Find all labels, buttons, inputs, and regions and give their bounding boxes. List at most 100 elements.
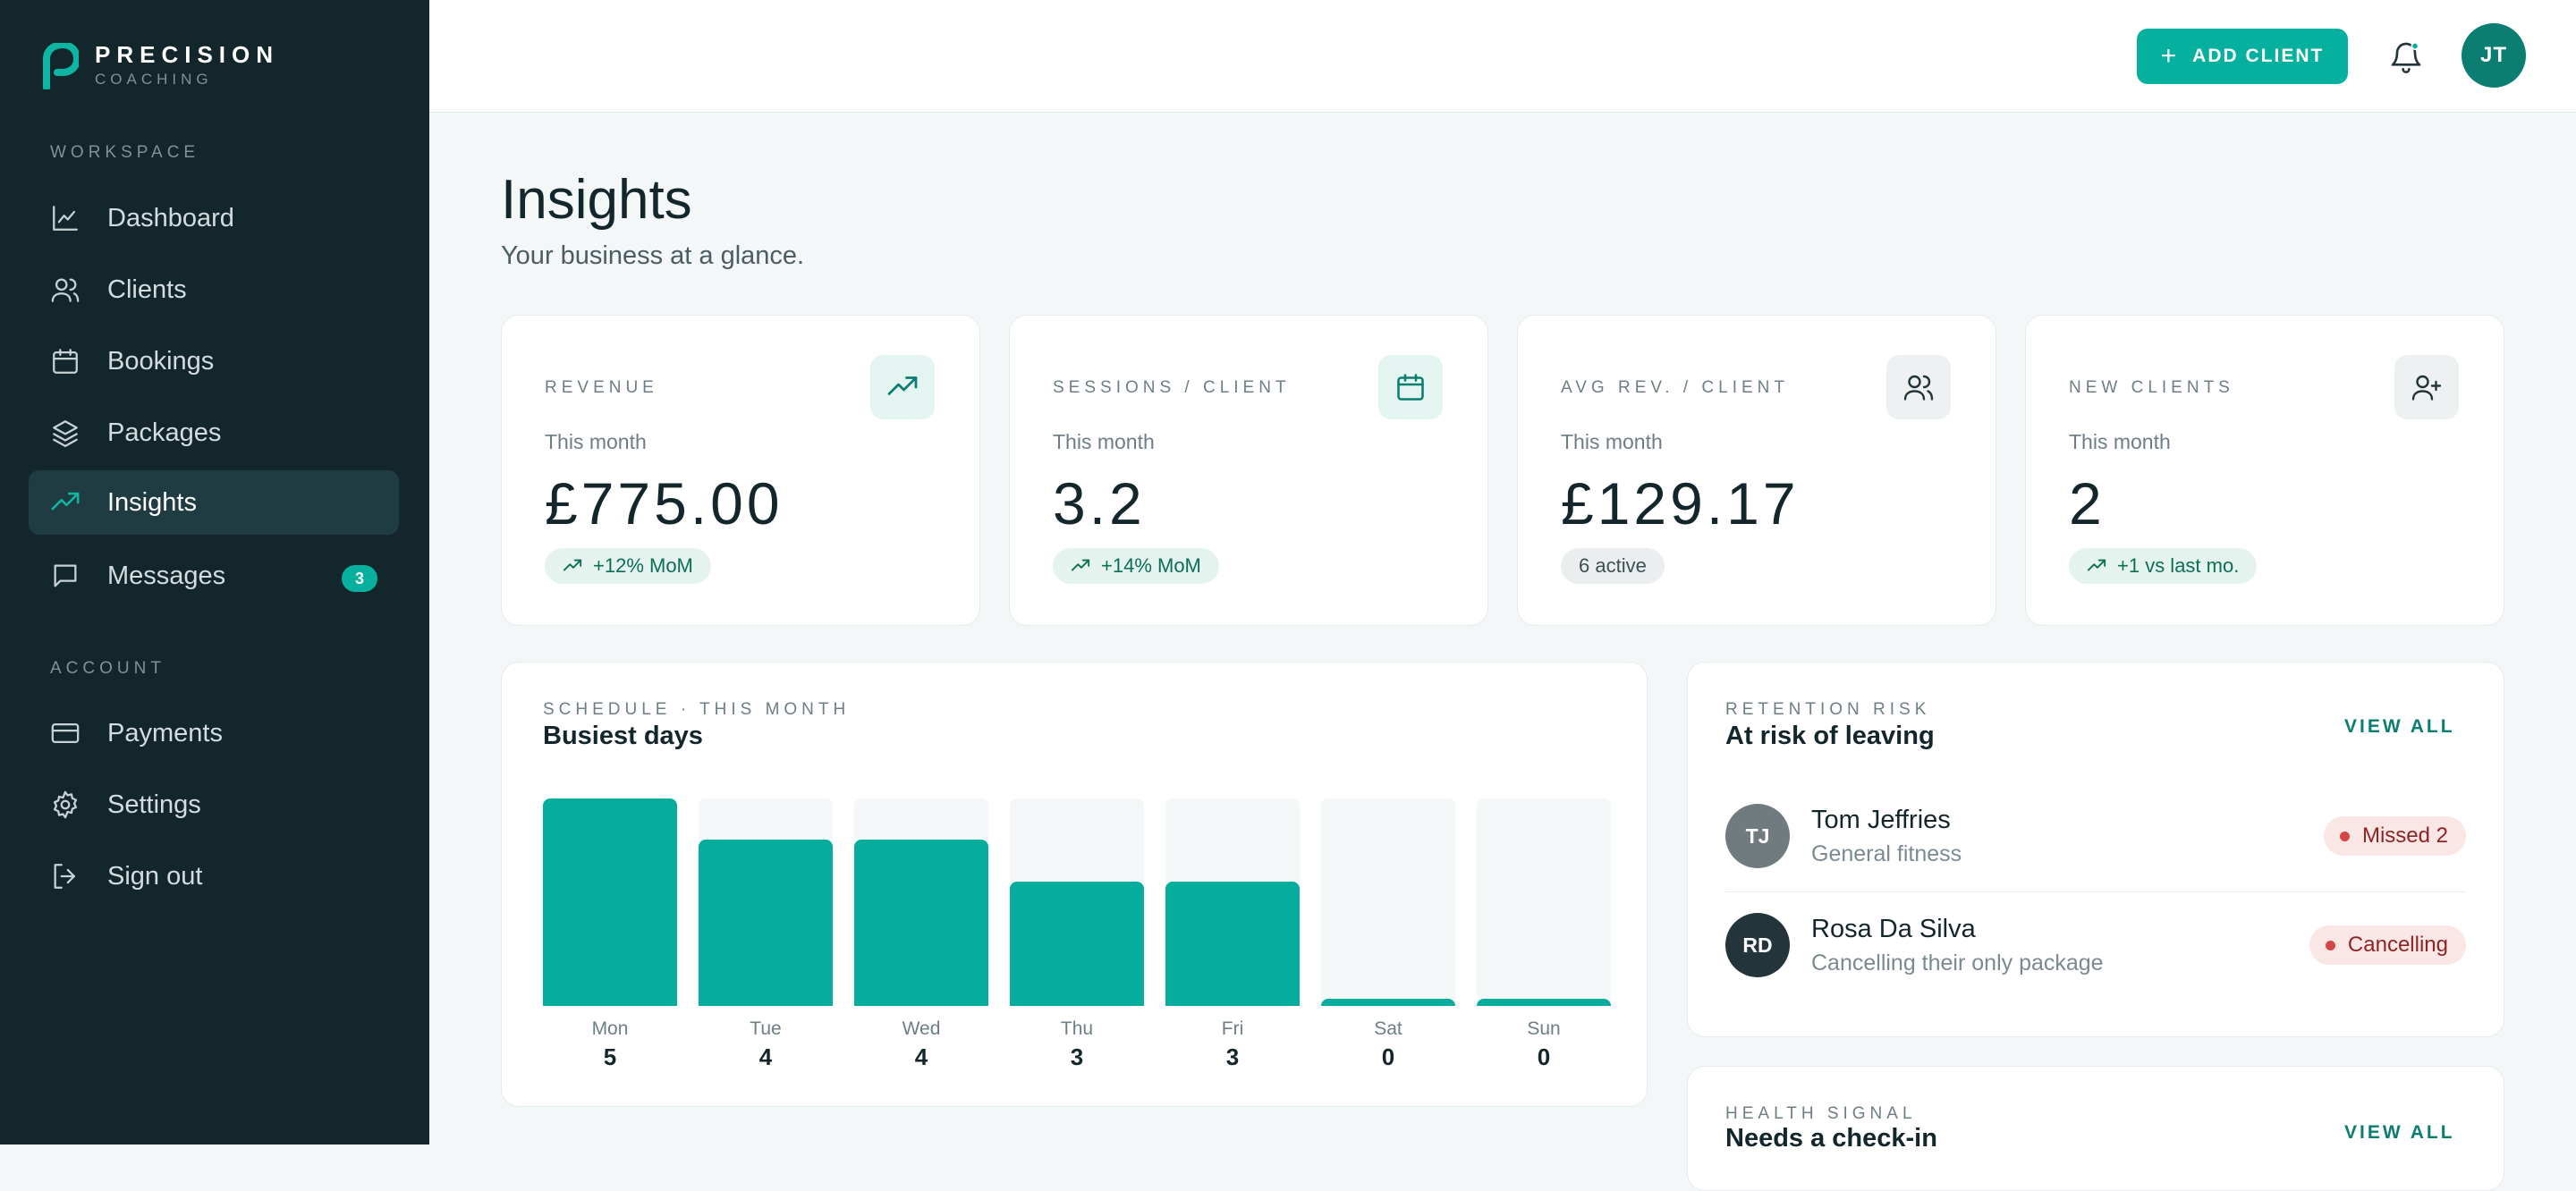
bar-fri[interactable]: [1165, 882, 1300, 1006]
gear-icon: [50, 790, 80, 820]
stat-info-text: 6 active: [1579, 554, 1647, 577]
retention-title: At risk of leaving: [1725, 722, 1935, 750]
health-view-all-link[interactable]: VIEW ALL: [2344, 1122, 2455, 1144]
avatar: RD: [1725, 913, 1790, 977]
bell-icon[interactable]: [2388, 39, 2424, 75]
bar-value-fri: 3: [1225, 1043, 1240, 1070]
layers-icon: [50, 418, 80, 448]
client-description: General fitness: [1811, 841, 1962, 866]
schedule-title: Busiest days: [543, 722, 703, 750]
status-dot: [2339, 831, 2350, 841]
divider: [1725, 891, 2466, 892]
bar-value-thu: 3: [1070, 1043, 1084, 1070]
users-icon: [50, 275, 80, 305]
stat-trend-text: +14% MoM: [1101, 554, 1201, 577]
retention-eyebrow: RETENTION RISK: [1725, 700, 1931, 719]
users-icon: [1886, 355, 1951, 419]
bar-tue[interactable]: [699, 840, 833, 1006]
stat-card-avg-revenue: AVG REV. / CLIENT This month £129.17 6 a…: [1517, 315, 1996, 626]
avatar: TJ: [1725, 804, 1790, 868]
stat-trend-chip: +12% MoM: [545, 548, 711, 584]
sidebar-item-dashboard[interactable]: Dashboard: [29, 186, 399, 250]
stat-period: This month: [1053, 430, 1155, 453]
bar-label-fri: Fri: [1221, 1018, 1244, 1039]
brand[interactable]: PRECISION COACHING: [43, 41, 279, 91]
bar-label-tue: Tue: [750, 1018, 782, 1039]
sidebar-item-label: Bookings: [107, 346, 215, 376]
status-badge-text: Cancelling: [2347, 933, 2448, 957]
stat-label: NEW CLIENTS: [2069, 378, 2234, 397]
plus-icon: +: [2160, 41, 2179, 71]
sidebar-item-clients[interactable]: Clients: [29, 258, 399, 322]
user-avatar[interactable]: JT: [2462, 23, 2526, 88]
sidebar-item-label: Payments: [107, 718, 223, 748]
stat-period: This month: [1561, 430, 1663, 453]
stat-label: REVENUE: [545, 378, 658, 397]
stat-card-revenue: REVENUE This month £775.00 +12% MoM: [501, 315, 980, 626]
sidebar-item-label: Insights: [107, 487, 197, 517]
credit-card-icon: [50, 718, 80, 748]
bar-label-sat: Sat: [1374, 1018, 1402, 1039]
bar-value-wed: 4: [914, 1043, 928, 1070]
trending-up-icon: [2087, 559, 2106, 571]
bar-sat[interactable]: [1321, 999, 1455, 1006]
stat-value: 3.2: [1053, 470, 1146, 536]
stat-info-chip: 6 active: [1561, 548, 1665, 584]
stat-card-sessions-per-client: SESSIONS / CLIENT This month 3.2 +14% Mo…: [1009, 315, 1488, 626]
sidebar-item-settings[interactable]: Settings: [29, 773, 399, 837]
bar-label-wed: Wed: [902, 1018, 941, 1039]
stat-trend-chip: +1 vs last mo.: [2069, 548, 2258, 584]
sidebar-item-sign-out[interactable]: Sign out: [29, 844, 399, 908]
status-badge: Missed 2: [2323, 816, 2466, 856]
health-eyebrow: HEALTH SIGNAL: [1725, 1104, 1917, 1123]
sidebar-item-messages[interactable]: Messages 3: [29, 544, 399, 608]
calendar-icon: [50, 346, 80, 376]
stat-label: AVG REV. / CLIENT: [1561, 378, 1789, 397]
brand-name: PRECISION: [95, 41, 280, 68]
bar-sun[interactable]: [1477, 999, 1611, 1006]
status-badge-text: Missed 2: [2361, 824, 2448, 848]
bar-wed[interactable]: [854, 840, 988, 1006]
sidebar-item-packages[interactable]: Packages: [29, 401, 399, 465]
busiest-days-card: SCHEDULE · THIS MONTH Busiest days Mon 5 T…: [501, 662, 1648, 1107]
page-title: Insights: [501, 169, 692, 231]
bar-mon[interactable]: [543, 798, 677, 1006]
add-client-button[interactable]: + ADD CLIENT: [2137, 29, 2348, 84]
retention-risk-card: RETENTION RISK At risk of leaving VIEW A…: [1687, 662, 2504, 1037]
message-icon: [50, 561, 80, 591]
sidebar-item-insights[interactable]: Insights: [29, 470, 399, 535]
stat-period: This month: [545, 430, 647, 453]
client-name: Tom Jeffries: [1811, 806, 1951, 834]
trending-up-icon: [870, 355, 935, 419]
sidebar-item-payments[interactable]: Payments: [29, 701, 399, 765]
sidebar: PRECISION COACHING WORKSPACE Dashboard C…: [0, 0, 429, 1145]
sidebar-item-label: Packages: [107, 418, 222, 447]
bar-value-sat: 0: [1381, 1043, 1395, 1070]
p-logo-icon: [43, 43, 79, 89]
bar-value-mon: 5: [603, 1043, 617, 1070]
health-signal-card: HEALTH SIGNAL Needs a check-in VIEW ALL: [1687, 1066, 2504, 1191]
bar-label-mon: Mon: [591, 1018, 629, 1039]
client-name: Rosa Da Silva: [1811, 915, 1976, 943]
trending-up-icon: [1071, 559, 1090, 571]
calendar-icon: [1378, 355, 1443, 419]
account-section-label: ACCOUNT: [50, 659, 165, 678]
stat-trend-text: +12% MoM: [593, 554, 693, 577]
schedule-eyebrow: SCHEDULE · THIS MONTH: [543, 700, 851, 719]
bar-label-thu: Thu: [1060, 1018, 1094, 1039]
add-client-label: ADD CLIENT: [2192, 46, 2325, 66]
retention-view-all-link[interactable]: VIEW ALL: [2344, 716, 2455, 738]
bar-track-sun: [1477, 798, 1611, 1006]
bar-label-sun: Sun: [1527, 1018, 1561, 1039]
bar-thu[interactable]: [1010, 882, 1144, 1006]
sidebar-item-bookings[interactable]: Bookings: [29, 329, 399, 393]
bar-track-sat: [1321, 798, 1455, 1006]
stat-period: This month: [2069, 430, 2171, 453]
stat-value: 2: [2069, 470, 2106, 536]
sidebar-item-label: Settings: [107, 790, 201, 819]
brand-sub: COACHING: [95, 71, 213, 88]
sidebar-item-label: Dashboard: [107, 203, 234, 232]
stat-trend-text: +1 vs last mo.: [2117, 554, 2240, 577]
stat-trend-chip: +14% MoM: [1053, 548, 1219, 584]
sidebar-item-label: Sign out: [107, 861, 203, 891]
